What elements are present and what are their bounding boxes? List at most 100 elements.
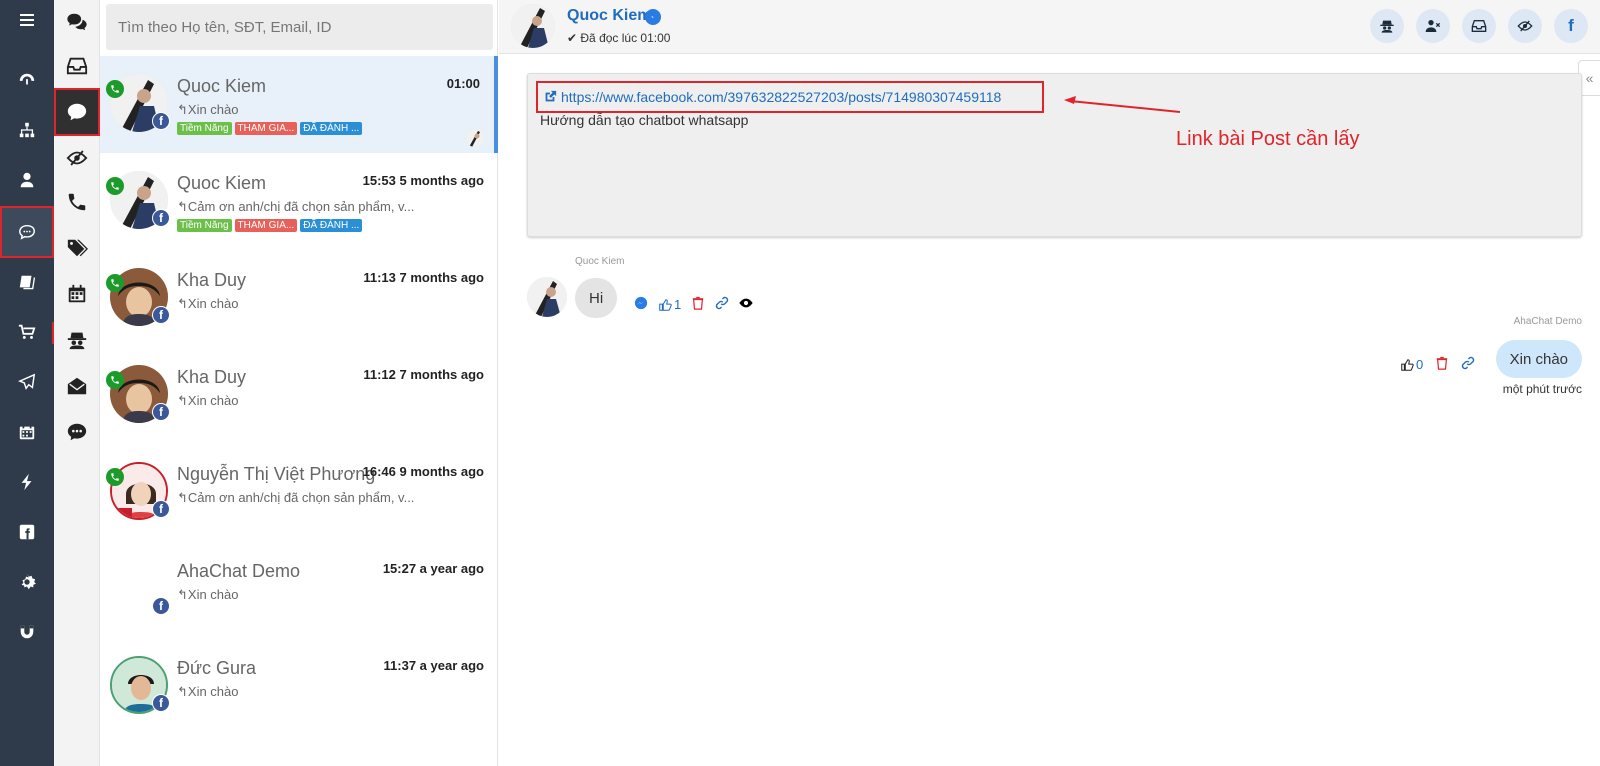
messenger-icon[interactable] [634, 296, 648, 313]
magnet-icon[interactable] [0, 612, 54, 652]
spy-icon[interactable] [54, 318, 100, 362]
facebook-square-icon[interactable] [0, 512, 54, 552]
message-preview: ↰Cảm ơn anh/chị đã chọn sản phẩm, v... [177, 490, 415, 505]
annotation-label: Link bài Post cần lấy [1176, 128, 1360, 150]
post-preview-card: https://www.facebook.com/397632822527203… [527, 73, 1582, 237]
trash-icon[interactable] [1435, 356, 1449, 373]
like-button[interactable]: 0 [1400, 357, 1423, 372]
message-bubble-incoming[interactable]: Hi [575, 278, 618, 318]
envelope-open-icon[interactable] [54, 364, 100, 408]
facebook-icon[interactable]: f [1554, 9, 1588, 43]
calendar-icon[interactable] [0, 412, 54, 452]
avatar [527, 277, 567, 317]
assignee-avatar [466, 129, 484, 147]
search-input[interactable] [106, 4, 493, 50]
dashboard-icon[interactable] [0, 60, 54, 100]
cart-icon[interactable] [0, 312, 54, 352]
contact-name[interactable]: Quoc Kiem [567, 7, 651, 25]
conversation-time: 15:27 a year ago [382, 561, 484, 576]
phone-badge-icon [106, 371, 124, 389]
conversation-time: 01:00 [446, 76, 480, 91]
tag-badge[interactable]: ĐÃ ĐÁNH ... [300, 122, 363, 135]
like-count: 0 [1416, 357, 1424, 372]
tag-badge[interactable]: Tiềm Năng [177, 219, 232, 232]
contact-name: Quoc Kiem [177, 76, 267, 96]
tag-badge[interactable]: Tiềm Năng [177, 122, 232, 135]
contact-name: AhaChat Demo [177, 561, 301, 581]
conversation-row[interactable]: f AhaChat Demo 15:27 a year ago ↰Xin chà… [100, 541, 498, 638]
post-description: Hướng dẫn tạo chatbot whatsapp [540, 112, 749, 128]
link-icon[interactable] [1461, 356, 1475, 373]
like-button[interactable]: 1 [658, 297, 681, 312]
send-icon[interactable] [0, 362, 54, 402]
phone-icon[interactable] [54, 180, 100, 224]
eye-icon[interactable] [739, 296, 753, 313]
phone-badge-icon [106, 80, 124, 98]
external-link-icon [545, 90, 557, 102]
phone-badge-icon [106, 274, 124, 292]
conversation-row[interactable]: f Nguyễn Thị Việt Phương 16:46 9 months … [100, 444, 498, 541]
chat-nav-icon[interactable] [0, 206, 54, 258]
conversation-time: 15:53 5 months ago [362, 173, 484, 188]
message-time: một phút trước [1502, 382, 1582, 396]
facebook-badge-icon: f [152, 694, 170, 712]
message-preview: ↰Xin chào [177, 296, 239, 311]
inbox-tray-icon[interactable] [54, 44, 100, 88]
tag-list: Tiềm Năng THAM GIA... ĐÃ ĐÁNH ... [177, 219, 363, 232]
message-bubble-outgoing[interactable]: Xin chào [1495, 340, 1582, 378]
conversation-row[interactable]: f Quoc Kiem 01:00 ↰Xin chào Tiềm Năng TH… [100, 56, 498, 153]
tag-badge[interactable]: ĐÃ ĐÁNH ... [300, 219, 363, 232]
facebook-badge-icon: f [152, 500, 170, 518]
header-actions: f [1370, 9, 1588, 43]
post-link[interactable]: https://www.facebook.com/397632822527203… [561, 89, 1001, 105]
sitemap-icon[interactable] [0, 110, 54, 150]
avatar[interactable] [511, 4, 555, 48]
trash-icon[interactable] [691, 296, 705, 313]
facebook-badge-icon: f [152, 112, 170, 130]
message-sender: Quoc Kiem [575, 256, 625, 267]
tag-badge[interactable]: THAM GIA... [234, 122, 298, 135]
contact-name: Quoc Kiem [177, 173, 267, 193]
conversation-time: 16:46 9 months ago [362, 464, 484, 479]
settings-gear-icon[interactable] [0, 562, 54, 602]
link-icon[interactable] [715, 296, 729, 313]
facebook-badge-icon: f [152, 403, 170, 421]
eye-slash-icon[interactable] [54, 136, 100, 180]
contact-name: Đức Gura [177, 658, 257, 678]
conversation-row[interactable]: f Đức Gura 11:37 a year ago ↰Xin chào [100, 638, 498, 735]
spy-icon[interactable] [1370, 9, 1404, 43]
chat-header: Quoc Kiem ✔ Đã đọc lúc 01:00 f [499, 0, 1600, 54]
remove-user-icon[interactable] [1416, 9, 1450, 43]
user-icon[interactable] [0, 160, 54, 200]
contact-name: Kha Duy [177, 367, 247, 387]
facebook-badge-icon: f [152, 209, 170, 227]
tags-icon[interactable] [54, 226, 100, 270]
message-preview: ↰Cảm ơn anh/chị đã chọn sản phẩm, v... [177, 199, 415, 214]
messages-bubble-icon[interactable] [54, 88, 100, 136]
message-actions: 1 [634, 296, 753, 313]
conversation-row[interactable]: f Quoc Kiem 15:53 5 months ago ↰Cảm ơn a… [100, 153, 498, 250]
tag-list: Tiềm Năng THAM GIA... ĐÃ ĐÁNH ... [177, 122, 363, 135]
calendar-icon[interactable] [54, 272, 100, 316]
conversation-time: 11:12 7 months ago [363, 367, 484, 382]
comment-dots-icon[interactable] [54, 410, 100, 454]
book-icon[interactable] [0, 262, 54, 302]
messenger-icon [645, 9, 661, 25]
post-link-highlight: https://www.facebook.com/397632822527203… [536, 81, 1044, 113]
annotation-arrow [1064, 96, 1181, 113]
menu-icon[interactable] [0, 0, 54, 40]
facebook-badge-icon: f [152, 306, 170, 324]
all-chats-icon[interactable] [54, 0, 100, 44]
bolt-icon[interactable] [0, 462, 54, 502]
message-preview: ↰Xin chào [177, 587, 239, 602]
inbox-tray-icon[interactable] [1462, 9, 1496, 43]
contact-name: Kha Duy [177, 270, 247, 290]
eye-slash-icon[interactable] [1508, 9, 1542, 43]
conversation-row[interactable]: f Kha Duy 11:12 7 months ago ↰Xin chào [100, 347, 498, 444]
tag-badge[interactable]: THAM GIA... [234, 219, 298, 232]
message-sender: AhaChat Demo [1513, 316, 1582, 327]
facebook-badge-icon: f [152, 597, 170, 615]
conversation-row[interactable]: f Kha Duy 11:13 7 months ago ↰Xin chào [100, 250, 498, 347]
conversation-time: 11:13 7 months ago [363, 270, 484, 285]
main-nav-rail [0, 0, 55, 766]
